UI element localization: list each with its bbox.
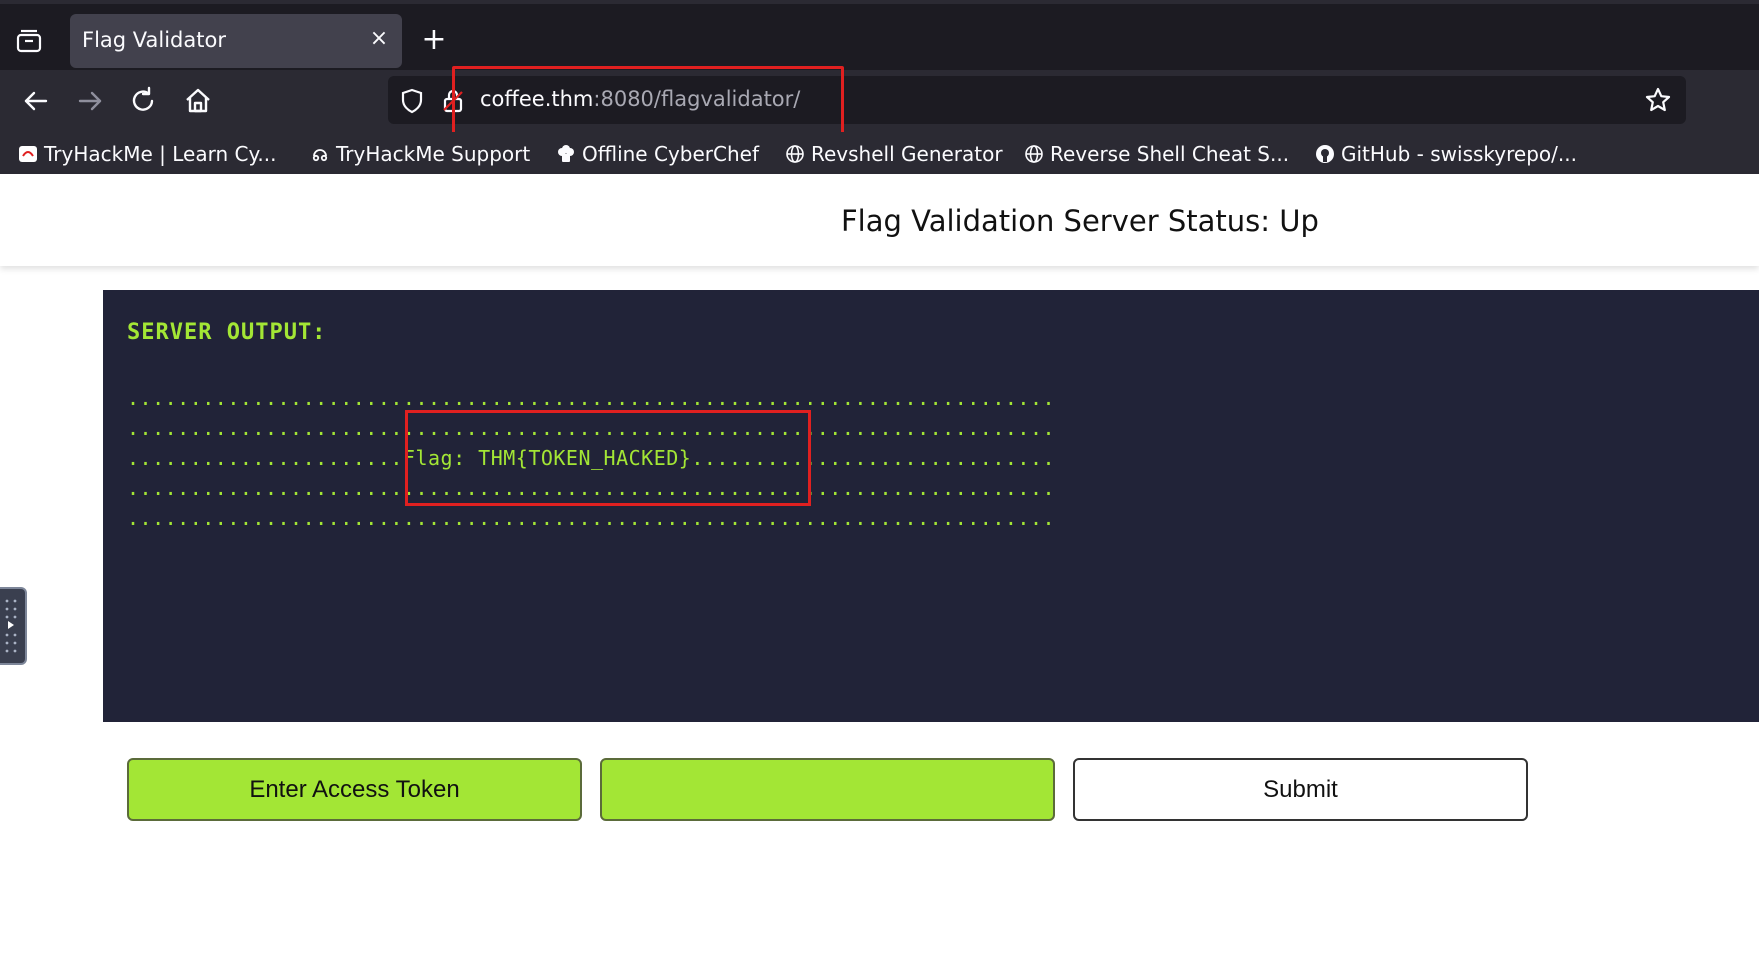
page-title: Flag Validation Server Status: Up bbox=[841, 204, 1319, 238]
tab-flag-validator[interactable]: Flag Validator × bbox=[70, 14, 402, 68]
enter-access-token-button[interactable]: Enter Access Token bbox=[127, 758, 582, 821]
reload-icon[interactable] bbox=[126, 84, 162, 118]
bookmark-offline-cyberchef[interactable]: Offline CyberChef bbox=[556, 140, 759, 168]
server-output-panel: SERVER OUTPUT: .........................… bbox=[103, 290, 1759, 722]
url-highlight-box bbox=[452, 66, 844, 136]
bookmark-reverse-shell-cheat-sheet[interactable]: Reverse Shell Cheat S... bbox=[1024, 140, 1289, 168]
bookmark-tryhackme[interactable]: TryHackMe | Learn Cy... bbox=[18, 140, 277, 168]
flag-highlight-box bbox=[405, 410, 811, 506]
bookmark-label: Reverse Shell Cheat S... bbox=[1050, 142, 1290, 166]
bookmark-tryhackme-support[interactable]: TryHackMe Support bbox=[310, 140, 530, 168]
browser-tab-bar: Flag Validator × + bbox=[0, 0, 1759, 70]
bookmark-revshell-generator[interactable]: Revshell Generator bbox=[785, 140, 1003, 168]
server-output-label: SERVER OUTPUT: bbox=[127, 320, 327, 345]
back-arrow-icon[interactable] bbox=[18, 84, 54, 118]
bookmark-star-icon[interactable] bbox=[1644, 86, 1672, 118]
home-icon[interactable] bbox=[180, 84, 216, 118]
side-panel-handle[interactable] bbox=[0, 587, 27, 665]
github-icon bbox=[1315, 144, 1335, 164]
support-icon bbox=[310, 144, 330, 164]
tab-list-icon[interactable] bbox=[14, 26, 46, 58]
bookmark-github-swisskyrepo[interactable]: GitHub - swisskyrepo/... bbox=[1315, 140, 1577, 168]
close-icon[interactable]: × bbox=[368, 28, 390, 50]
shield-icon[interactable] bbox=[400, 88, 424, 118]
page-header: Flag Validation Server Status: Up bbox=[0, 174, 1759, 266]
bookmark-label: TryHackMe | Learn Cy... bbox=[44, 142, 277, 166]
tryhackme-icon bbox=[18, 144, 38, 164]
bookmark-label: Revshell Generator bbox=[811, 142, 1003, 166]
tab-title: Flag Validator bbox=[82, 28, 226, 52]
new-tab-icon[interactable]: + bbox=[420, 25, 448, 55]
access-token-input[interactable] bbox=[600, 758, 1055, 821]
output-line: ........................................… bbox=[127, 506, 1056, 530]
output-line: ........................................… bbox=[127, 386, 1056, 410]
forward-arrow-icon[interactable] bbox=[72, 84, 108, 118]
globe-icon bbox=[1024, 144, 1044, 164]
browser-toolbar: coffee.thm:8080/flagvalidator/ bbox=[0, 70, 1759, 132]
bookmark-label: GitHub - swisskyrepo/... bbox=[1341, 142, 1577, 166]
globe-icon bbox=[785, 144, 805, 164]
bookmarks-bar: TryHackMe | Learn Cy... TryHackMe Suppor… bbox=[0, 132, 1759, 174]
bookmark-label: TryHackMe Support bbox=[336, 142, 531, 166]
bookmark-label: Offline CyberChef bbox=[582, 142, 759, 166]
chef-icon bbox=[556, 144, 576, 164]
submit-button[interactable]: Submit bbox=[1073, 758, 1528, 821]
